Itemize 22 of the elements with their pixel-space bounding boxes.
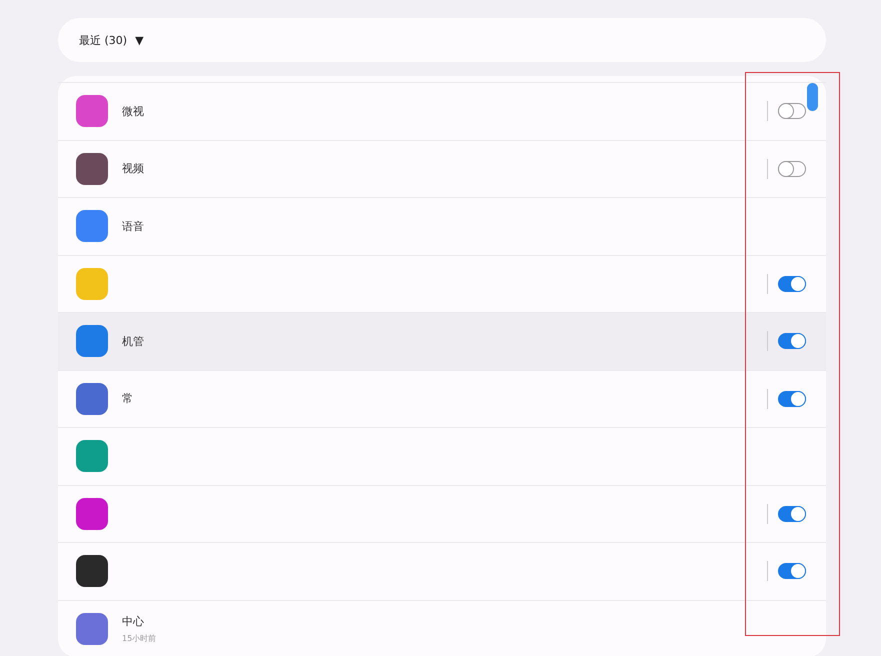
app-row[interactable]: 机管 xyxy=(58,312,826,370)
app-name: 中心 xyxy=(122,614,145,629)
toggle-switch[interactable] xyxy=(778,390,806,407)
toggle-switch[interactable] xyxy=(778,506,806,522)
scroll-thumb[interactable] xyxy=(807,83,818,111)
app-name: 常 xyxy=(122,391,134,406)
toggle-switch[interactable] xyxy=(778,276,806,292)
app-name: 视频 xyxy=(122,161,145,176)
app-time: 15小时前 xyxy=(122,632,158,644)
filter-dropdown[interactable]: 最近 (30) ▼ xyxy=(58,18,826,62)
app-row[interactable]: 语音 xyxy=(58,197,826,254)
app-name: 微视 xyxy=(122,104,145,119)
app-row[interactable]: 中心 15小时前 xyxy=(58,600,826,656)
app-row[interactable]: 常 xyxy=(58,370,826,427)
app-name: 机管 xyxy=(122,334,145,349)
toggle-switch[interactable] xyxy=(778,103,806,120)
toggle-switch[interactable] xyxy=(778,563,806,580)
caret-icon: ▼ xyxy=(135,34,144,46)
toggle-switch[interactable] xyxy=(778,333,806,350)
app-name: 语音 xyxy=(122,218,145,234)
app-row[interactable]: 视频 xyxy=(58,140,826,197)
toggle-switch[interactable] xyxy=(778,160,806,177)
